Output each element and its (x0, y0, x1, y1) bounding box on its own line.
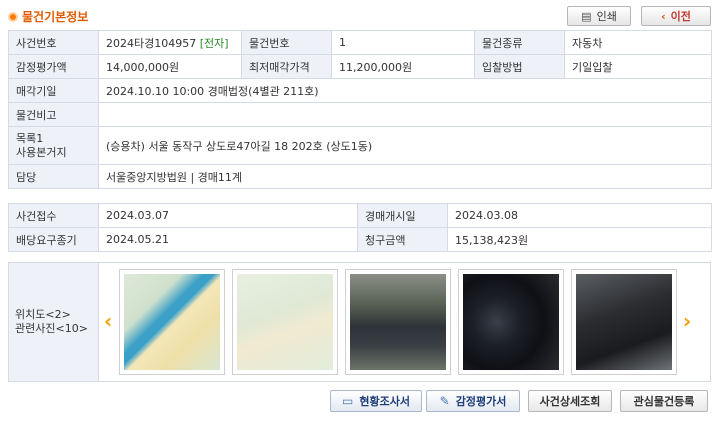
watch-item-button[interactable]: 관심물건등록 (620, 390, 708, 412)
chevron-left-icon[interactable]: ‹ (104, 309, 112, 333)
photo-thumbnail[interactable] (119, 269, 225, 375)
case-info-table: 사건접수 2024.03.07 경매개시일 2024.03.08 배당요구종기 … (8, 203, 712, 252)
start-label: 경매개시일 (357, 203, 448, 228)
car-exterior-photo (350, 274, 446, 370)
photo-label: 위치도<2> 관련사진<10> (9, 263, 99, 381)
item-info-table: 사건번호 2024타경104957 [전자] 물건번호 1 물건종류 자동차 감… (8, 30, 712, 189)
min-price-value: 11,200,000원 (331, 54, 475, 79)
bid-method-value: 기일입찰 (564, 54, 712, 79)
prev-button-label: 이전 (670, 10, 691, 23)
photo-thumbnail[interactable] (571, 269, 677, 375)
case-detail-label: 사건상세조회 (539, 395, 601, 408)
print-button[interactable]: ▤ 인쇄 (567, 6, 631, 26)
item-type-label: 물건종류 (474, 30, 565, 55)
table-row: 사건번호 2024타경104957 [전자] 물건번호 1 물건종류 자동차 (8, 30, 712, 55)
car-interior-photo (576, 274, 672, 370)
table-row: 담당 서울중앙지방법원 | 경매11계 (8, 164, 712, 189)
case-no-label: 사건번호 (8, 30, 99, 55)
sale-date-label: 매각기일 (8, 78, 99, 103)
bid-method-label: 입찰방법 (474, 54, 565, 79)
appraisal-value: 14,000,000원 (98, 54, 242, 79)
receipt-value: 2024.03.07 (98, 203, 358, 228)
map-image (237, 274, 333, 370)
item-no-label: 물건번호 (241, 30, 332, 55)
document-icon: ▭ (342, 394, 354, 408)
case-detail-button[interactable]: 사건상세조회 (528, 390, 612, 412)
appraisal-label: 감정평가액 (8, 54, 99, 79)
item-type-value: 자동차 (564, 30, 712, 55)
header: 물건기본정보 ▤ 인쇄 ‹ 이전 (8, 6, 711, 28)
map-image (124, 274, 220, 370)
case-no-text: 2024타경104957 (106, 36, 197, 50)
claim-value: 15,138,423원 (447, 227, 712, 252)
survey-report-button[interactable]: ▭ 현황조사서 (330, 390, 422, 412)
table-row: 사건접수 2024.03.07 경매개시일 2024.03.08 (8, 203, 712, 228)
case-no-value: 2024타경104957 [전자] (98, 30, 242, 55)
section-title: 물건기본정보 (8, 8, 88, 25)
location-map-count: 위치도<2> (15, 308, 71, 321)
photo-panel: 위치도<2> 관련사진<10> ‹ › (8, 262, 711, 382)
deadline-label: 배당요구종기 (8, 227, 99, 252)
charge-value: 서울중앙지방법원 | 경매11계 (98, 164, 712, 189)
list-label: 목록1 사용본거지 (8, 126, 99, 165)
bullet-icon (8, 11, 18, 22)
survey-report-label: 현황조사서 (359, 395, 410, 408)
table-row: 목록1 사용본거지 (승용차) 서울 동작구 상도로47아길 18 202호 (상… (8, 126, 712, 165)
table-row: 매각기일 2024.10.10 10:00 경매법정(4별관 211호) (8, 78, 712, 103)
photo-thumbnail[interactable] (345, 269, 451, 375)
claim-label: 청구금액 (357, 227, 448, 252)
electronic-tag: [전자] (199, 36, 229, 50)
receipt-label: 사건접수 (8, 203, 99, 228)
print-button-label: 인쇄 (596, 10, 617, 23)
table-row: 감정평가액 14,000,000원 최저매각가격 11,200,000원 입찰방… (8, 54, 712, 79)
table-row: 배당요구종기 2024.05.21 청구금액 15,138,423원 (8, 227, 712, 252)
charge-label: 담당 (8, 164, 99, 189)
edit-icon: ✎ (439, 394, 450, 408)
remarks-label: 물건비고 (8, 102, 99, 127)
photo-thumbnail[interactable] (458, 269, 564, 375)
watch-item-label: 관심물건등록 (633, 395, 695, 408)
appraisal-report-button[interactable]: ✎ 감정평가서 (426, 390, 520, 412)
photo-thumbnail[interactable] (232, 269, 338, 375)
start-value: 2024.03.08 (447, 203, 712, 228)
appraisal-report-label: 감정평가서 (455, 395, 507, 408)
printer-icon: ▤ (581, 9, 592, 23)
table-row: 물건비고 (8, 102, 712, 127)
chevron-left-icon: ‹ (661, 9, 666, 23)
prev-button[interactable]: ‹ 이전 (641, 6, 711, 26)
chevron-right-icon[interactable]: › (683, 309, 691, 333)
section-title-text: 물건기본정보 (22, 10, 89, 24)
sale-date-value: 2024.10.10 10:00 경매법정(4별관 211호) (98, 78, 712, 103)
min-price-label: 최저매각가격 (241, 54, 332, 79)
deadline-value: 2024.05.21 (98, 227, 358, 252)
list-label-1: 목록1 (16, 131, 44, 145)
item-no-value: 1 (331, 30, 475, 55)
list-value: (승용차) 서울 동작구 상도로47아길 18 202호 (상도1동) (98, 126, 712, 165)
related-photo-count: 관련사진<10> (15, 322, 88, 335)
remarks-value (98, 102, 712, 127)
list-label-2: 사용본거지 (16, 145, 67, 159)
dashboard-photo (463, 274, 559, 370)
